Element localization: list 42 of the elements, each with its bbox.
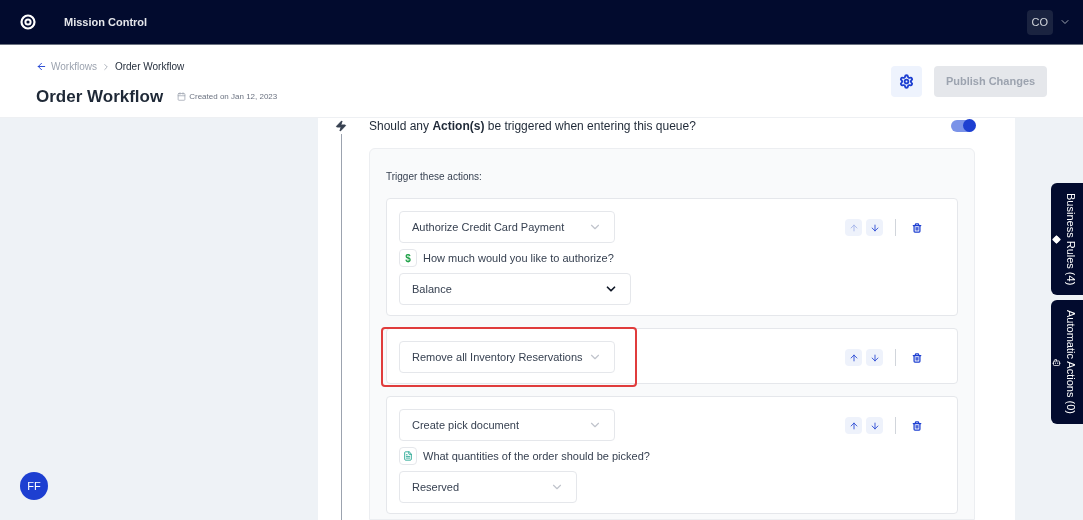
move-down-button[interactable] bbox=[866, 219, 883, 236]
created-date: Created on Jan 12, 2023 bbox=[189, 90, 278, 103]
trash-icon bbox=[911, 222, 922, 233]
robot-icon bbox=[1052, 357, 1061, 367]
question-text: What quantities of the order should be picked? bbox=[423, 448, 650, 464]
move-up-button[interactable] bbox=[845, 349, 862, 366]
action-select[interactable]: Create pick document bbox=[399, 409, 615, 441]
arrow-up-icon bbox=[848, 352, 859, 363]
diamond-icon bbox=[1052, 234, 1061, 244]
page-title: Order Workflow bbox=[36, 86, 164, 108]
trash-icon bbox=[911, 352, 922, 363]
action-select[interactable]: Authorize Credit Card Payment bbox=[399, 211, 615, 243]
answer-select[interactable]: Reserved bbox=[399, 471, 577, 503]
arrow-down-icon bbox=[869, 420, 880, 431]
section-heading: Trigger these actions: bbox=[386, 170, 483, 184]
side-tab[interactable]: Automatic Actions (0) bbox=[1051, 300, 1083, 425]
question-text: How much would you like to authorize? bbox=[423, 250, 614, 266]
answer-select[interactable]: Balance bbox=[399, 273, 631, 305]
arrow-up-icon bbox=[848, 222, 859, 233]
move-down-button[interactable] bbox=[866, 349, 883, 366]
arrow-down-icon bbox=[869, 222, 880, 233]
arrow-down-icon bbox=[869, 352, 880, 363]
lightning-icon bbox=[335, 120, 347, 132]
trigger-question: Should any Action(s) be triggered when entering this queue? bbox=[369, 118, 696, 135]
calendar-icon bbox=[177, 92, 187, 102]
back-arrow-icon[interactable] bbox=[36, 61, 47, 72]
document-icon bbox=[399, 447, 417, 465]
gear-icon bbox=[899, 74, 914, 89]
user-menu-button[interactable]: CO bbox=[1026, 9, 1053, 35]
user-avatar: FF bbox=[20, 472, 48, 500]
arrow-up-icon bbox=[848, 420, 859, 431]
action-select[interactable]: Remove all Inventory Reservations bbox=[399, 341, 615, 373]
app-title: Mission Control bbox=[64, 14, 148, 30]
logo-icon bbox=[20, 14, 36, 30]
move-down-button[interactable] bbox=[866, 417, 883, 434]
trash-icon bbox=[911, 420, 922, 431]
side-tab[interactable]: Business Rules (4) bbox=[1051, 183, 1083, 296]
dollar-badge: $ bbox=[399, 249, 417, 267]
settings-button[interactable] bbox=[891, 66, 922, 97]
toggle-switch[interactable] bbox=[951, 120, 975, 132]
move-up-button[interactable] bbox=[845, 417, 862, 434]
breadcrumb-link[interactable]: Order Workflow bbox=[114, 59, 185, 74]
